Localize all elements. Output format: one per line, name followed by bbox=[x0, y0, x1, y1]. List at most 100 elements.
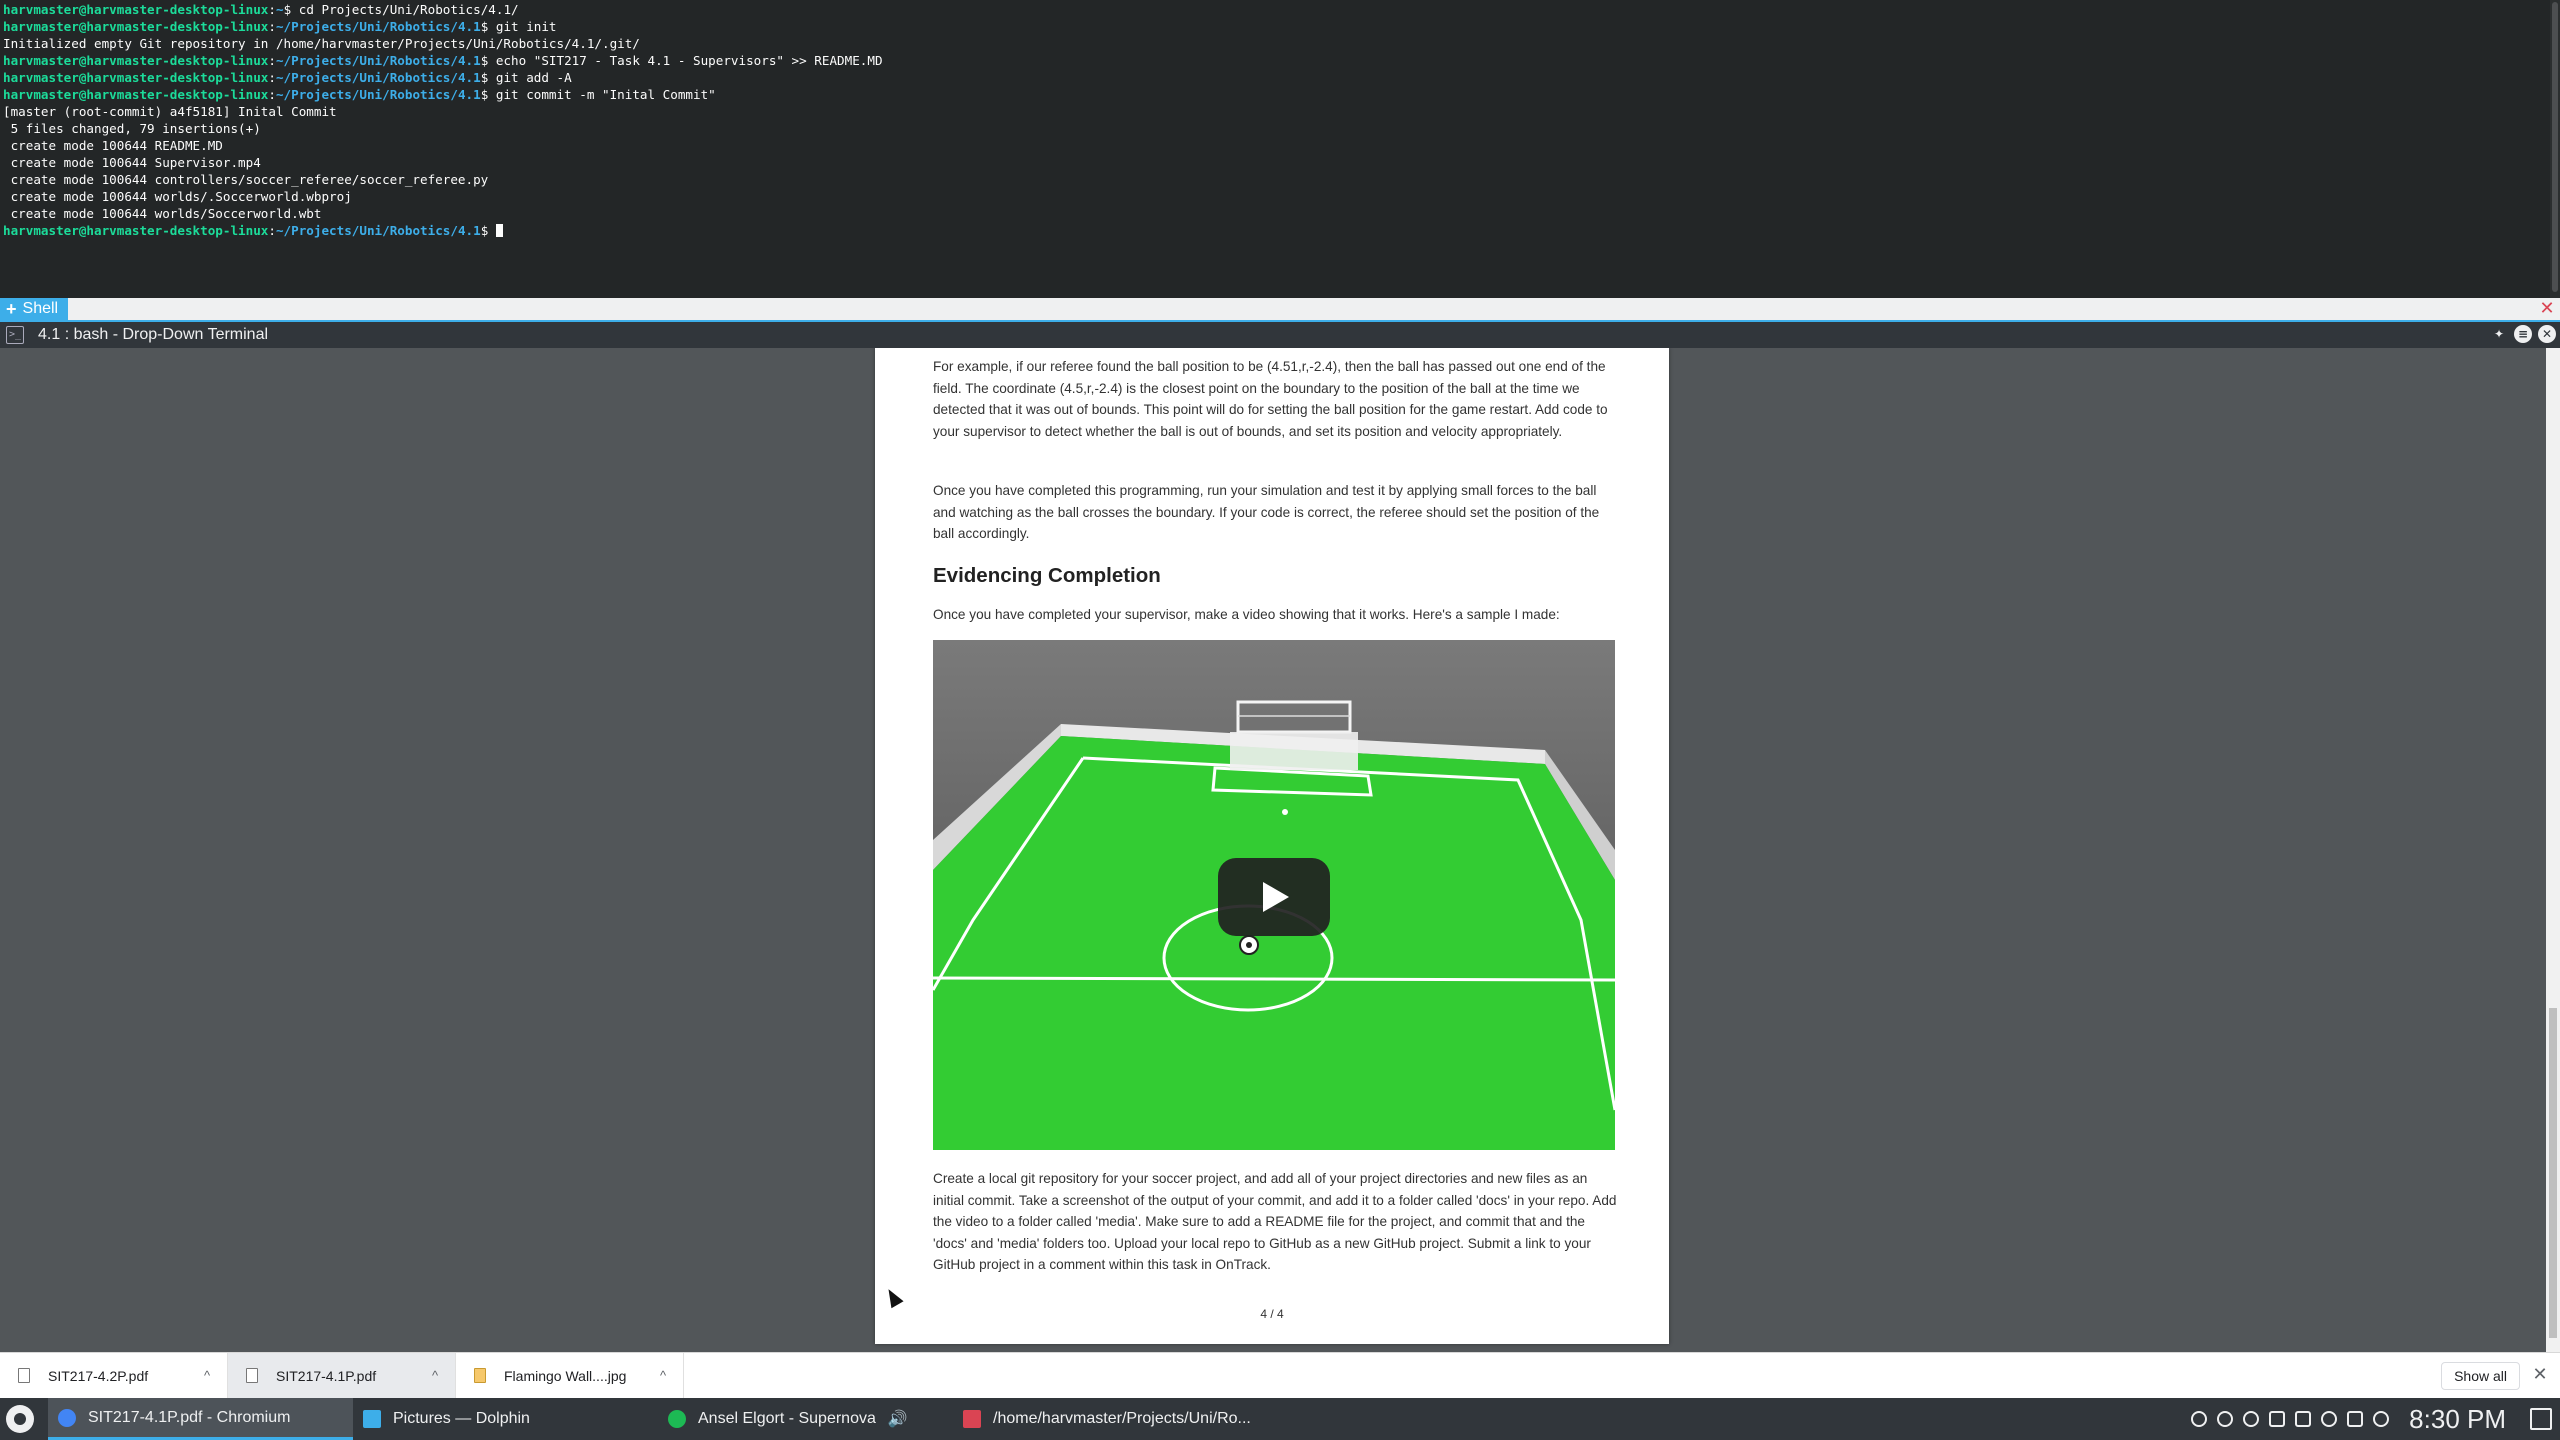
network-icon[interactable] bbox=[2347, 1411, 2364, 1427]
line-text: 5 files changed, 79 insertions(+) bbox=[3, 121, 261, 136]
line-text: git add -A bbox=[495, 70, 572, 85]
terminal-line: harvmaster@harvmaster-desktop-linux:~$ c… bbox=[3, 1, 883, 18]
show-all-button[interactable]: Show all bbox=[2441, 1362, 2520, 1390]
task-dolphin[interactable]: Pictures — Dolphin bbox=[353, 1398, 658, 1440]
chevron-up-icon[interactable]: ^ bbox=[201, 1368, 213, 1383]
pin-icon[interactable]: ✦ bbox=[2490, 325, 2508, 343]
pdf-file-icon bbox=[246, 1368, 258, 1383]
terminal-line: create mode 100644 worlds/Soccerworld.wb… bbox=[3, 205, 883, 222]
prompt-separator: : bbox=[268, 87, 276, 102]
task-chromium[interactable]: SIT217-4.1P.pdf - Chromium bbox=[48, 1398, 353, 1440]
menu-icon[interactable]: ≡ bbox=[2514, 325, 2532, 343]
terminal-title-bar: >_ 4.1 : bash - Drop-Down Terminal ✦ ≡ ✕ bbox=[0, 320, 2560, 348]
task-label: Ansel Elgort - Supernova bbox=[698, 1410, 876, 1427]
spotify-icon bbox=[668, 1410, 686, 1428]
speaker-icon[interactable]: 🔊 bbox=[888, 1409, 908, 1429]
terminal-line: harvmaster@harvmaster-desktop-linux:~/Pr… bbox=[3, 69, 883, 86]
notifications-icon[interactable] bbox=[2191, 1411, 2208, 1427]
konsole-icon bbox=[963, 1410, 981, 1428]
prompt-user: harvmaster@harvmaster-desktop-linux bbox=[3, 53, 269, 68]
line-text: [master (root-commit) a4f5181] Inital Co… bbox=[3, 104, 337, 119]
terminal-line: 5 files changed, 79 insertions(+) bbox=[3, 120, 883, 137]
line-text: Initialized empty Git repository in /hom… bbox=[3, 36, 640, 51]
terminal-icon: >_ bbox=[6, 326, 24, 344]
system-tray: 8:30 PM bbox=[2191, 1398, 2560, 1440]
task-label: Pictures — Dolphin bbox=[393, 1410, 530, 1427]
terminal-line: harvmaster@harvmaster-desktop-linux:~/Pr… bbox=[3, 52, 883, 69]
download-shelf: SIT217-4.2P.pdf ^ SIT217-4.1P.pdf ^ Flam… bbox=[0, 1352, 2560, 1399]
expand-tray-icon[interactable] bbox=[2373, 1411, 2390, 1427]
download-filename: SIT217-4.1P.pdf bbox=[276, 1367, 377, 1384]
download-item[interactable]: SIT217-4.1P.pdf ^ bbox=[228, 1352, 456, 1399]
task-konsole[interactable]: /home/harvmaster/Projects/Uni/Ro... bbox=[953, 1398, 1253, 1440]
prompt-end: $ bbox=[283, 2, 299, 17]
volume-icon[interactable] bbox=[2295, 1411, 2312, 1427]
line-text: create mode 100644 worlds/.Soccerworld.w… bbox=[3, 189, 352, 204]
terminal-tab-bar: + Shell ✕ bbox=[0, 298, 2560, 320]
chevron-up-icon[interactable]: ^ bbox=[429, 1368, 441, 1383]
prompt-end: $ bbox=[480, 223, 496, 238]
terminal-scrollbar[interactable] bbox=[2550, 0, 2560, 298]
download-item[interactable]: SIT217-4.2P.pdf ^ bbox=[0, 1352, 228, 1399]
clock[interactable]: 8:30 PM bbox=[2409, 1404, 2506, 1435]
close-shelf-icon[interactable]: ✕ bbox=[2530, 1365, 2550, 1385]
pdf-page: For example, if our referee found the ba… bbox=[875, 348, 1669, 1344]
line-text: git commit -m "Inital Commit" bbox=[495, 87, 716, 102]
prompt-path: ~/Projects/Uni/Robotics/4.1 bbox=[275, 223, 481, 238]
paragraph-video-intro: Once you have completed your supervisor,… bbox=[933, 607, 1560, 622]
terminal-lines: harvmaster@harvmaster-desktop-linux:~$ c… bbox=[3, 1, 883, 239]
pdf-file-icon bbox=[18, 1368, 30, 1383]
task-spotify[interactable]: Ansel Elgort - Supernova 🔊 bbox=[658, 1398, 953, 1440]
task-label: /home/harvmaster/Projects/Uni/Ro... bbox=[993, 1410, 1251, 1427]
prompt-separator: : bbox=[268, 70, 276, 85]
prompt-end: $ bbox=[480, 53, 496, 68]
play-button[interactable] bbox=[1218, 858, 1330, 936]
chevron-up-icon[interactable]: ^ bbox=[657, 1368, 669, 1383]
chromium-icon bbox=[58, 1408, 76, 1427]
terminal-line: harvmaster@harvmaster-desktop-linux:~/Pr… bbox=[3, 18, 883, 35]
close-tab-icon[interactable]: ✕ bbox=[2538, 300, 2556, 318]
pdf-viewer[interactable]: For example, if our referee found the ba… bbox=[0, 348, 2560, 1352]
line-text: create mode 100644 Supervisor.mp4 bbox=[3, 155, 261, 170]
tab-shell-label: Shell bbox=[22, 300, 59, 317]
text-cursor bbox=[495, 224, 503, 237]
bluetooth-icon[interactable] bbox=[2321, 1411, 2338, 1427]
prompt-user: harvmaster@harvmaster-desktop-linux bbox=[3, 19, 269, 34]
steam-icon[interactable] bbox=[2243, 1411, 2260, 1427]
prompt-user: harvmaster@harvmaster-desktop-linux bbox=[3, 2, 269, 17]
new-tab-plus-icon[interactable]: + bbox=[6, 300, 17, 318]
dolphin-folder-icon bbox=[363, 1410, 381, 1428]
play-icon bbox=[1263, 882, 1289, 912]
terminal-line: create mode 100644 controllers/soccer_re… bbox=[3, 171, 883, 188]
terminal-line: harvmaster@harvmaster-desktop-linux:~/Pr… bbox=[3, 86, 883, 103]
line-text: create mode 100644 README.MD bbox=[3, 138, 223, 153]
page-number: 4 / 4 bbox=[1260, 1307, 1284, 1321]
terminal-line: [master (root-commit) a4f5181] Inital Co… bbox=[3, 103, 883, 120]
image-file-icon bbox=[474, 1368, 486, 1383]
line-text: echo "SIT217 - Task 4.1 - Supervisors" >… bbox=[495, 53, 883, 68]
application-launcher[interactable] bbox=[0, 1398, 40, 1440]
media-player-icon[interactable] bbox=[2217, 1411, 2234, 1427]
sample-video[interactable] bbox=[933, 640, 1615, 1150]
section-heading: Evidencing Completion bbox=[933, 564, 1161, 587]
prompt-end: $ bbox=[480, 19, 496, 34]
window-title: 4.1 : bash - Drop-Down Terminal bbox=[38, 326, 269, 343]
terminal-line: create mode 100644 Supervisor.mp4 bbox=[3, 154, 883, 171]
download-item[interactable]: Flamingo Wall....jpg ^ bbox=[456, 1352, 684, 1399]
terminal-line: harvmaster@harvmaster-desktop-linux:~/Pr… bbox=[3, 222, 883, 239]
prompt-user: harvmaster@harvmaster-desktop-linux bbox=[3, 223, 269, 238]
prompt-user: harvmaster@harvmaster-desktop-linux bbox=[3, 70, 269, 85]
prompt-path: ~/Projects/Uni/Robotics/4.1 bbox=[275, 53, 481, 68]
close-window-icon[interactable]: ✕ bbox=[2538, 325, 2556, 343]
prompt-separator: : bbox=[268, 19, 276, 34]
terminal-output[interactable]: harvmaster@harvmaster-desktop-linux:~$ c… bbox=[0, 0, 2560, 298]
show-desktop-icon[interactable] bbox=[2530, 1408, 2552, 1430]
taskbar: SIT217-4.1P.pdf - Chromium Pictures — Do… bbox=[0, 1398, 2560, 1440]
prompt-path: ~/Projects/Uni/Robotics/4.1 bbox=[275, 87, 481, 102]
task-label: SIT217-4.1P.pdf - Chromium bbox=[88, 1408, 291, 1426]
pdf-scrollbar[interactable] bbox=[2546, 348, 2560, 1352]
clipboard-icon[interactable] bbox=[2269, 1411, 2286, 1427]
prompt-path: ~/Projects/Uni/Robotics/4.1 bbox=[275, 19, 481, 34]
tab-shell[interactable]: + Shell bbox=[0, 298, 69, 320]
paragraph-out-of-bounds: For example, if our referee found the ba… bbox=[933, 359, 1608, 439]
